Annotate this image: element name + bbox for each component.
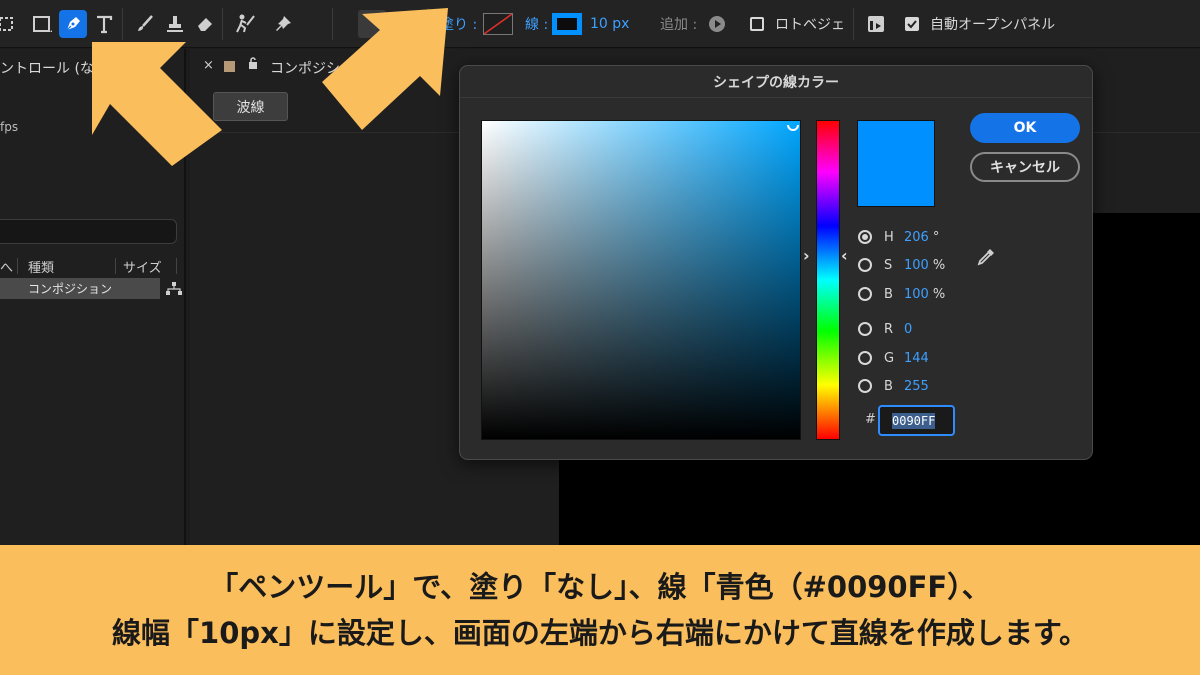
hue-slider-left-arrow[interactable]: ‹ (841, 246, 848, 265)
green-value[interactable]: 144 (904, 351, 929, 366)
toolbar-divider (122, 8, 123, 40)
saturation-value[interactable]: 100 (904, 258, 929, 273)
toolbar-divider (332, 8, 333, 40)
blue-field[interactable]: B 255 (858, 376, 933, 396)
hue-unit: ° (932, 229, 940, 245)
roto-brush-tool-icon[interactable] (230, 0, 260, 48)
auto-open-panel-checkbox[interactable] (903, 0, 921, 48)
column-divider (115, 258, 116, 274)
hue-value[interactable]: 206 (904, 230, 929, 245)
type-tool-icon[interactable] (90, 0, 120, 48)
flowchart-icon[interactable] (166, 281, 182, 300)
brush-tool-icon[interactable] (130, 0, 160, 48)
dialog-title: シェイプの線カラー (460, 66, 1092, 98)
auto-open-panel-label: 自動オープンパネル (930, 17, 1056, 33)
rotobezier-checkbox[interactable] (748, 0, 766, 48)
saturation-unit: % (932, 257, 946, 273)
hex-hash-label: # (865, 412, 876, 427)
column-header-type[interactable]: 種類 (28, 256, 54, 276)
hue-radio[interactable] (858, 230, 872, 244)
cancel-button[interactable]: キャンセル (970, 152, 1080, 182)
fill-label[interactable]: 塗り : (440, 0, 477, 48)
saturation-radio[interactable] (858, 258, 872, 272)
fill-none-swatch[interactable] (482, 0, 514, 48)
rotobezier-label: ロトベジェ (775, 17, 845, 33)
blue-radio[interactable] (858, 379, 872, 393)
column-header-size[interactable]: サイズ (123, 256, 162, 276)
add-label: 追加 : (660, 17, 698, 33)
effect-controls-tab[interactable]: ントロール (な (0, 58, 94, 78)
eraser-tool-icon[interactable] (190, 0, 220, 48)
saturation-brightness-field[interactable] (481, 120, 801, 440)
toolbar-divider (853, 8, 854, 40)
stroke-width-value[interactable]: 10 px (590, 0, 629, 48)
stroke-label[interactable]: 線 : (525, 0, 548, 48)
green-label: G (884, 350, 895, 366)
pen-tool-icon[interactable] (58, 0, 88, 48)
shape-fill-mode-icon[interactable] (356, 0, 388, 48)
toolbar-divider (222, 8, 223, 40)
stroke-color-dialog: シェイプの線カラー › ‹ OK キャンセル H 206 ° S 100 % B… (459, 65, 1093, 460)
project-item-row[interactable]: コンポジション (0, 278, 160, 299)
caption-line-2: 線幅「10px」に設定し、画面の左端から右端にかけて直線を作成します。 (112, 616, 1088, 650)
caption-line-1: 「ペンツール」で、塗り「なし」、線「青色（#0090FF）、 (209, 570, 991, 604)
instruction-caption: 「ペンツール」で、塗り「なし」、線「青色（#0090FF）、 線幅「10px」に… (0, 545, 1200, 675)
hue-slider-right-arrow[interactable]: › (803, 246, 810, 265)
panel-toggle-icon[interactable] (866, 0, 886, 48)
selection-partial-icon[interactable] (0, 0, 22, 48)
red-field[interactable]: R 0 (858, 319, 916, 339)
toolbar: 塗り : 線 : 10 px 追加 : ロトベジェ 自動オープンパネル (0, 0, 1200, 48)
toolbar-divider (428, 8, 429, 40)
hex-color-value[interactable]: 0090FF (892, 412, 936, 429)
comp-breadcrumb-button[interactable]: 波線 (213, 92, 288, 121)
column-divider (176, 258, 177, 274)
brightness-unit: % (932, 286, 946, 302)
rectangle-tool-icon[interactable] (27, 0, 57, 48)
brightness-value[interactable]: 100 (904, 287, 929, 302)
hex-color-input[interactable]: 0090FF (878, 405, 955, 436)
comp-label-color-swatch (224, 61, 235, 72)
hue-field[interactable]: H 206 ° (858, 227, 939, 247)
red-value[interactable]: 0 (904, 322, 912, 337)
puppet-pin-tool-icon[interactable] (268, 0, 298, 48)
eyedropper-icon[interactable] (975, 246, 997, 272)
saturation-field[interactable]: S 100 % (858, 255, 945, 275)
lock-icon[interactable] (247, 57, 259, 72)
project-panel (0, 49, 186, 549)
hue-slider[interactable] (816, 120, 840, 440)
red-label: R (884, 321, 894, 337)
add-play-icon[interactable] (706, 0, 728, 48)
fps-label: fps (0, 120, 19, 134)
green-field[interactable]: G 144 (858, 348, 933, 368)
red-radio[interactable] (858, 322, 872, 336)
project-search-input[interactable] (0, 219, 177, 244)
clone-stamp-tool-icon[interactable] (160, 0, 190, 48)
ok-button[interactable]: OK (970, 113, 1080, 143)
brightness-radio[interactable] (858, 287, 872, 301)
new-color-preview (857, 120, 935, 207)
close-tab-icon[interactable]: × (203, 58, 214, 73)
green-radio[interactable] (858, 351, 872, 365)
column-divider (17, 258, 18, 274)
saturation-label: S (884, 257, 893, 273)
shape-mask-mode-icon[interactable] (390, 0, 416, 48)
stroke-color-swatch[interactable] (551, 0, 583, 48)
composition-tab[interactable]: コンポジシ (270, 58, 340, 78)
brightness-field[interactable]: B 100 % (858, 284, 945, 304)
sort-arrow-icon[interactable]: へ (0, 256, 13, 276)
hue-label: H (884, 229, 894, 245)
brightness-label: B (884, 286, 893, 302)
blue-value[interactable]: 255 (904, 379, 929, 394)
blue-label: B (884, 378, 893, 394)
